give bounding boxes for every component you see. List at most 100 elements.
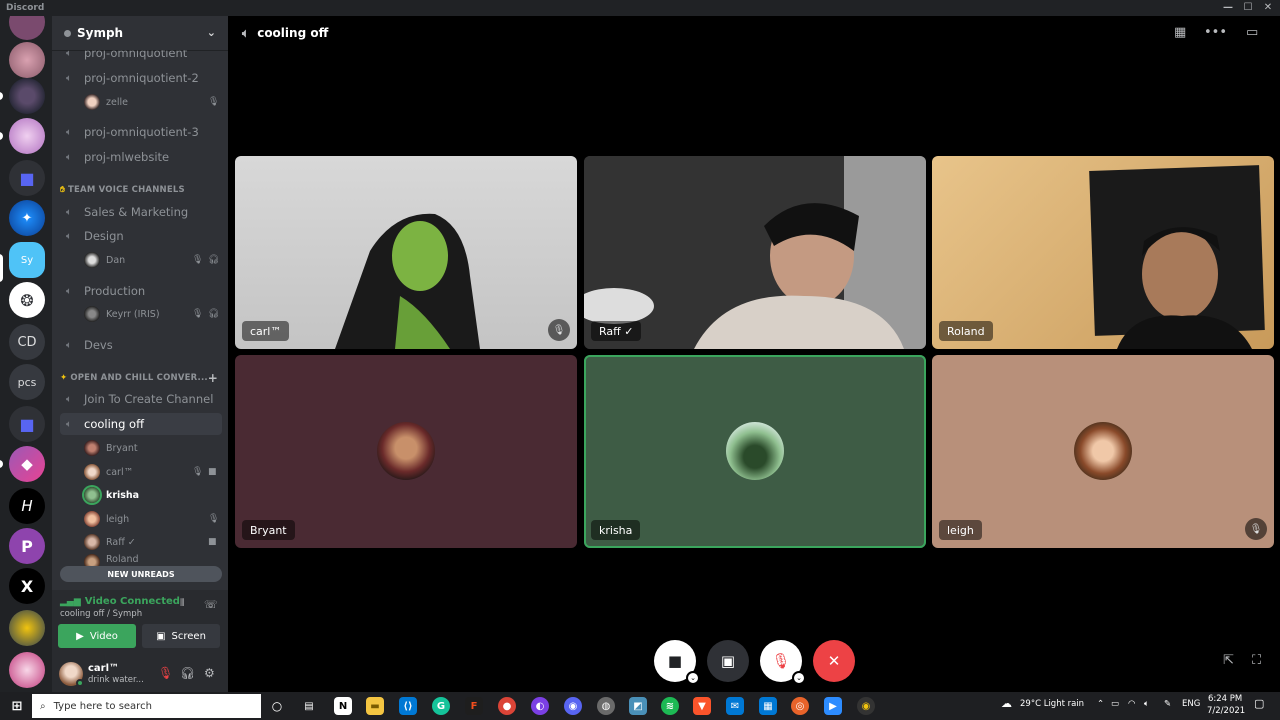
voice-user-zelle[interactable]: zelle 🎙︎ <box>84 92 224 112</box>
folder-icon[interactable]: ■ <box>9 160 45 196</box>
maximize-icon[interactable]: ☐ <box>1238 1 1258 15</box>
network-icon[interactable]: ▭ <box>1111 699 1119 709</box>
chevron-down-icon[interactable]: ⌄ <box>207 26 216 39</box>
channel-join-to-create[interactable]: 🔈︎ Join To Create Channel <box>60 388 222 410</box>
mail-icon[interactable]: ✉ <box>726 697 744 715</box>
guild-header[interactable]: Symph ⌄ <box>52 16 228 50</box>
brave-icon[interactable]: ▼ <box>693 697 711 715</box>
python-server-icon[interactable]: ◆ <box>9 446 45 482</box>
zoom-icon[interactable]: ▶ <box>824 697 842 715</box>
channel-sales-marketing[interactable]: 🔈︎ Sales & Marketing <box>60 201 222 223</box>
channel-devs[interactable]: 🔈︎ Devs <box>60 334 222 356</box>
app-icon[interactable]: ◐ <box>531 697 549 715</box>
windows-start-icon[interactable]: ⊞ <box>8 697 26 715</box>
voice-user-leigh[interactable]: leigh 🎙︎ <box>84 509 224 529</box>
chrome-icon[interactable]: ● <box>498 697 516 715</box>
spotify-icon[interactable]: ≋ <box>661 697 679 715</box>
server-icon[interactable]: X <box>9 568 45 604</box>
disconnect-button[interactable]: ✕ <box>813 640 855 682</box>
app-icon[interactable]: ◩ <box>629 697 647 715</box>
voice-user-keyrr[interactable]: Keyrr (IRIS) 🎙︎ 🎧︎ <box>84 304 224 324</box>
grid-layout-icon[interactable]: ▦ <box>1174 25 1186 40</box>
file-explorer-icon[interactable]: ▬ <box>366 697 384 715</box>
notifications-icon[interactable]: ▢ <box>1254 697 1264 710</box>
server-icon[interactable]: H <box>9 488 45 524</box>
server-icon[interactable] <box>9 652 45 688</box>
video-tile-roland[interactable]: Roland <box>932 156 1274 349</box>
clock-time[interactable]: 6:24 PM <box>1208 694 1242 704</box>
owl-server-icon[interactable] <box>9 78 45 114</box>
popout-icon[interactable]: ▭ <box>1246 25 1258 40</box>
video-tile-raff[interactable]: Raff ✓ <box>584 156 926 349</box>
pen-icon[interactable]: ✎ <box>1164 699 1171 709</box>
browser-icon[interactable]: ◎ <box>791 697 809 715</box>
server-icon[interactable] <box>9 42 45 78</box>
server-icon[interactable] <box>9 16 45 40</box>
video-button[interactable]: ▶ Video <box>58 624 136 648</box>
minimize-icon[interactable]: — <box>1218 1 1238 15</box>
voice-user-carl[interactable]: carl™ 🎙︎ ■ <box>84 462 224 482</box>
voice-user-dan[interactable]: Dan 🎙︎ 🎧︎ <box>84 250 224 270</box>
video-tile-krisha[interactable]: krisha <box>584 355 926 548</box>
discord-icon[interactable]: ◉ <box>564 697 582 715</box>
tray-chevron-icon[interactable]: ⌃ <box>1097 699 1104 709</box>
wifi-icon[interactable]: ◠ <box>1128 699 1135 709</box>
language-indicator[interactable]: ENG <box>1182 699 1200 709</box>
app-icon[interactable]: ◉ <box>857 697 875 715</box>
chevron-down-icon[interactable]: ⌄ <box>792 671 806 685</box>
weather-text[interactable]: 29°C Light rain <box>1020 699 1084 709</box>
server-icon[interactable]: P <box>9 528 45 564</box>
noise-suppression-icon[interactable]: ⦀ <box>180 598 184 609</box>
calendar-icon[interactable]: ▦ <box>759 697 777 715</box>
mute-mic-icon[interactable]: 🎙︎ <box>158 666 173 680</box>
app-icon[interactable]: ◍ <box>597 697 615 715</box>
volume-icon[interactable]: 🔈︎ <box>1144 699 1149 709</box>
server-icon[interactable] <box>9 118 45 154</box>
add-channel-icon[interactable]: + <box>208 371 218 385</box>
video-tile-leigh[interactable]: leigh 🎙︎ <box>932 355 1274 548</box>
fullscreen-icon[interactable]: ⛶ <box>1252 653 1261 668</box>
task-view-icon[interactable]: ▤ <box>300 697 318 715</box>
channel-proj-mlwebsite[interactable]: 🔈︎ proj-mlwebsite <box>60 146 222 168</box>
vscode-icon[interactable]: ⟨⟩ <box>399 697 417 715</box>
taskbar-search[interactable]: ⌕ Type here to search <box>32 694 261 718</box>
headphones-icon[interactable]: 🎧︎ <box>180 666 195 680</box>
connection-status[interactable]: ▂▄▆ Video Connected <box>60 596 180 607</box>
server-icon[interactable] <box>9 610 45 646</box>
camera-button[interactable]: ■ ⌄ <box>654 640 700 685</box>
server-cd[interactable]: CD <box>9 324 45 360</box>
popout-icon[interactable]: ⇱ <box>1223 653 1234 668</box>
folder-icon[interactable]: ■ <box>9 406 45 442</box>
channel-production[interactable]: 🔈︎ Production <box>60 280 222 302</box>
video-tile-bryant[interactable]: Bryant <box>235 355 577 548</box>
voice-user-roland[interactable]: Roland <box>84 554 224 566</box>
more-options-icon[interactable]: ••• <box>1204 25 1227 40</box>
grammarly-icon[interactable]: G <box>432 697 450 715</box>
category-open-chill[interactable]: ✦ OPEN AND CHILL CONVER... + <box>60 371 226 385</box>
channel-design[interactable]: 🔈︎ Design <box>60 225 222 247</box>
server-pcs[interactable]: pcs <box>9 364 45 400</box>
cortana-icon[interactable]: ○ <box>268 697 286 715</box>
connection-channel[interactable]: cooling off / Symph <box>60 609 142 619</box>
notion-icon[interactable]: N <box>334 697 352 715</box>
new-unreads-button[interactable]: NEW UNREADS <box>60 566 222 582</box>
voice-user-raff[interactable]: Raff ✓ ■ <box>84 532 224 552</box>
video-tile-carl[interactable]: carl™ 🎙︎ <box>235 156 577 349</box>
symph-server-icon[interactable]: Sy <box>9 242 45 278</box>
disconnect-icon[interactable]: ☏ <box>204 598 218 611</box>
close-icon[interactable]: ✕ <box>1258 1 1278 15</box>
voice-user-krisha[interactable]: krisha <box>84 485 224 505</box>
screen-share-button[interactable]: ▣ Screen <box>142 624 220 648</box>
figma-icon[interactable]: F <box>465 697 483 715</box>
gear-icon[interactable]: ⚙ <box>204 666 215 680</box>
server-icon[interactable]: ❂ <box>9 282 45 318</box>
chevron-down-icon[interactable]: ⌄ <box>686 671 700 685</box>
screen-share-control[interactable]: ▣ <box>707 640 749 682</box>
channel-proj-omniquotient-2[interactable]: 🔈︎ proj-omniquotient-2 <box>60 67 222 89</box>
clock-date[interactable]: 7/2/2021 <box>1207 706 1245 716</box>
channel-cooling-off[interactable]: 🔈︎ cooling off <box>60 413 222 435</box>
channel-proj-omniquotient-3[interactable]: 🔈︎ proj-omniquotient-3 <box>60 121 222 143</box>
voice-user-bryant[interactable]: Bryant <box>84 438 224 458</box>
bird-server-icon[interactable]: ✦ <box>9 200 45 236</box>
category-team-voice[interactable]: ✋︎ TEAM VOICE CHANNELS <box>60 183 226 197</box>
